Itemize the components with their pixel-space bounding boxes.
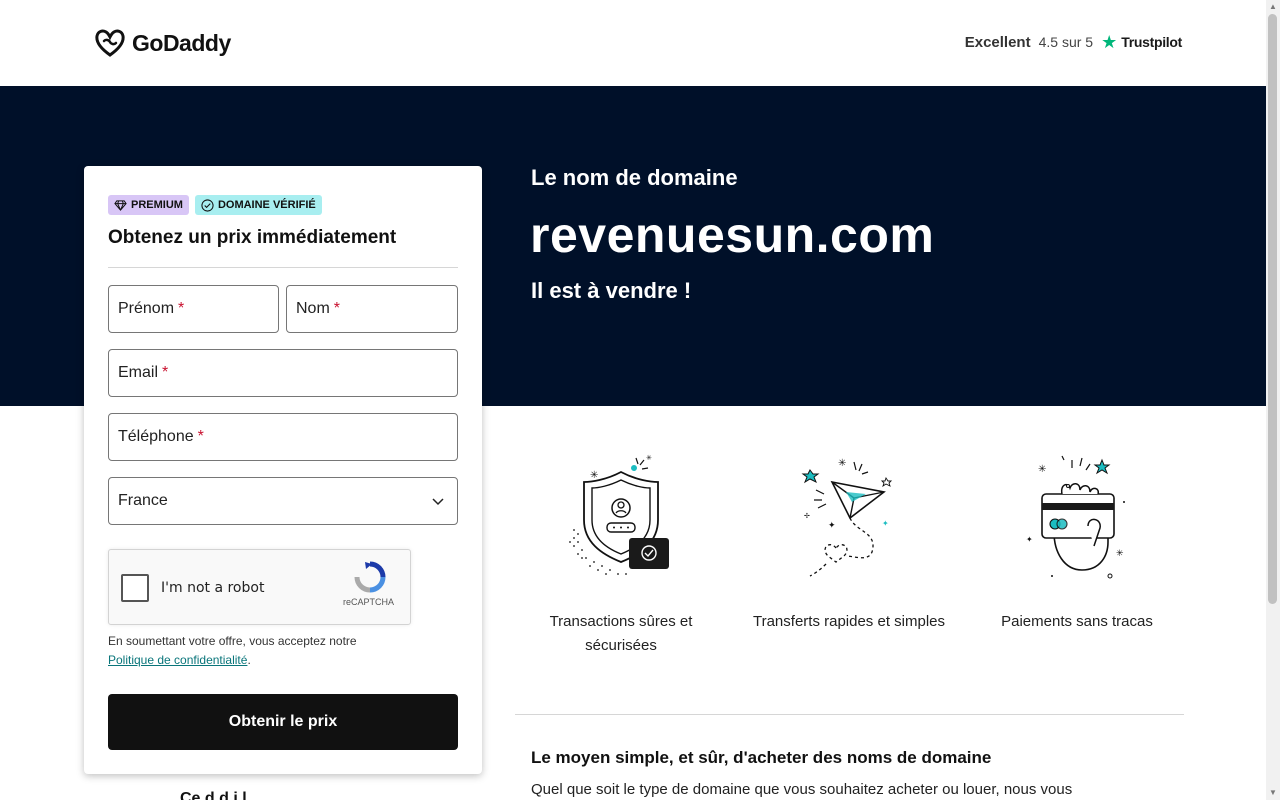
svg-text:✳: ✳ — [646, 454, 652, 462]
premium-badge: PREMIUM — [108, 195, 189, 215]
shield-icon: ✳ ✳ — [569, 454, 669, 575]
scroll-down-icon[interactable]: ▼ — [1268, 788, 1278, 798]
country-value: France — [118, 492, 168, 509]
badges: PREMIUM DOMAINE VÉRIFIÉ — [108, 195, 322, 215]
chevron-down-icon — [432, 498, 444, 506]
privacy-policy-link[interactable]: Politique de confidentialité — [108, 653, 247, 667]
terms-text: En soumettant votre offre, vous acceptez… — [108, 632, 438, 670]
svg-text:✦: ✦ — [1026, 535, 1033, 544]
first-name-field[interactable]: Prénom * — [108, 285, 279, 333]
form-title: Obtenez un prix immédiatement — [108, 227, 397, 248]
for-sale-text: Il est à vendre ! — [531, 278, 692, 303]
terms-end: . — [247, 653, 251, 667]
last-name-field[interactable]: Nom * — [286, 285, 458, 333]
verified-badge-label: DOMAINE VÉRIFIÉ — [217, 199, 316, 211]
svg-text:✦: ✦ — [828, 520, 836, 530]
credit-card-hand-icon: ✳ ✳ ✦ — [1026, 455, 1125, 579]
country-select[interactable]: France — [108, 477, 458, 525]
trustpilot-name: Trustpilot — [1121, 34, 1182, 50]
svg-text:✳: ✳ — [838, 458, 846, 469]
trustpilot-star-icon: ★ — [1101, 32, 1118, 52]
domain-name: revenuesun.com — [530, 207, 935, 263]
rating-score: 4.5 sur 5 — [1038, 34, 1094, 50]
required-mark: * — [333, 300, 341, 317]
required-mark: * — [197, 428, 204, 445]
trustpilot-rating[interactable]: Excellent 4.5 sur 5 ★ Trustpilot — [964, 32, 1183, 52]
svg-text:✳: ✳ — [590, 470, 598, 481]
recaptcha-widget: I'm not a robot reCAPTCHA — [108, 549, 411, 625]
premium-badge-label: PREMIUM — [131, 199, 183, 211]
required-mark: * — [162, 364, 169, 381]
required-mark: * — [178, 300, 185, 317]
section-divider — [515, 714, 1184, 715]
recaptcha-checkbox[interactable] — [121, 574, 149, 602]
scrollbar-thumb[interactable] — [1268, 14, 1277, 604]
verified-badge: DOMAINE VÉRIFIÉ — [194, 195, 322, 215]
svg-text:✢: ✢ — [804, 512, 810, 520]
svg-text:✳: ✳ — [1116, 548, 1124, 558]
diamond-icon — [114, 199, 127, 211]
first-name-label: Prénom — [118, 300, 175, 317]
recaptcha-label: I'm not a robot — [161, 580, 265, 596]
logo-text: GoDaddy — [132, 29, 231, 56]
last-name-label: Nom — [296, 300, 330, 317]
top-header: GoDaddy Excellent 4.5 sur 5 ★ Trustpilot — [0, 0, 1266, 86]
phone-field[interactable]: Téléphone * — [108, 413, 458, 461]
section-text: Quel que soit le type de domaine que vou… — [531, 781, 1073, 798]
feature-transfer-label: Transferts rapides et simples — [752, 613, 945, 630]
hero-subtitle: Le nom de domaine — [531, 165, 738, 190]
recaptcha-logo-icon — [354, 561, 386, 593]
price-form-card: PREMIUM DOMAINE VÉRIFIÉ Obtenez un prix … — [84, 166, 482, 774]
terms-prefix: En soumettant votre offre, vous acceptez… — [108, 634, 357, 648]
feature-secure-label: Transactions sûres et sécurisées — [549, 613, 693, 654]
feature-payment-label: Paiements sans tracas — [1001, 613, 1153, 630]
svg-text:✦: ✦ — [882, 519, 889, 528]
godaddy-logo-icon — [95, 29, 125, 57]
phone-label: Téléphone — [118, 428, 194, 445]
email-field[interactable]: Email * — [108, 349, 458, 397]
recaptcha-brand: reCAPTCHA — [343, 597, 395, 607]
check-circle-icon — [201, 198, 214, 212]
get-price-button[interactable]: Obtenir le prix — [108, 694, 458, 750]
section-title: Le moyen simple, et sûr, d'acheter des n… — [531, 748, 992, 767]
scroll-up-icon[interactable]: ▲ — [1268, 2, 1278, 12]
divider — [108, 267, 458, 268]
below-card-text: Ce d d i l — [180, 790, 247, 800]
paper-plane-icon: ✳ ✦ ✦ ✢ — [801, 458, 893, 577]
svg-text:✳: ✳ — [1038, 464, 1046, 475]
godaddy-logo[interactable]: GoDaddy — [94, 28, 231, 58]
email-label: Email — [118, 364, 159, 381]
rating-label: Excellent — [964, 33, 1031, 51]
